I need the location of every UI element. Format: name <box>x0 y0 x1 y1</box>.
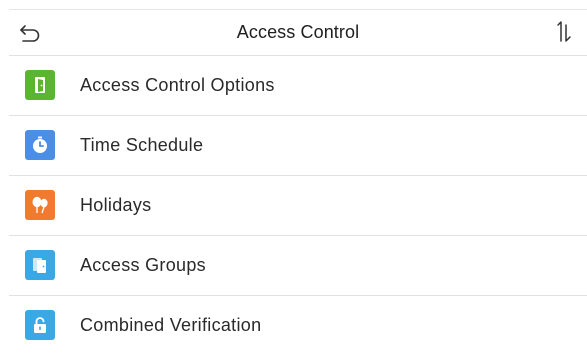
header-bar: Access Control <box>9 10 587 56</box>
menu-item-holidays[interactable]: Holidays <box>9 176 587 236</box>
menu-item-combined-verification[interactable]: Combined Verification <box>9 296 587 356</box>
balloons-icon <box>25 190 55 220</box>
menu-item-label: Access Control Options <box>80 75 275 95</box>
menu-item-label: Time Schedule <box>80 135 204 155</box>
menu-item-label: Holidays <box>80 195 152 215</box>
menu-item-label: Access Groups <box>80 255 206 275</box>
access-control-screen: Access Control Access Control Options Ti… <box>9 9 587 353</box>
doors-icon <box>25 250 55 280</box>
menu-item-label: Combined Verification <box>80 315 262 335</box>
menu-item-time-schedule[interactable]: Time Schedule <box>9 116 587 176</box>
page-title: Access Control <box>236 22 360 42</box>
menu-item-access-groups[interactable]: Access Groups <box>9 236 587 296</box>
menu-item-access-control-options[interactable]: Access Control Options <box>9 56 587 116</box>
padlock-icon <box>25 310 55 340</box>
clock-icon <box>25 130 55 160</box>
sort-icon[interactable] <box>551 20 577 46</box>
door-exit-icon <box>25 70 55 100</box>
